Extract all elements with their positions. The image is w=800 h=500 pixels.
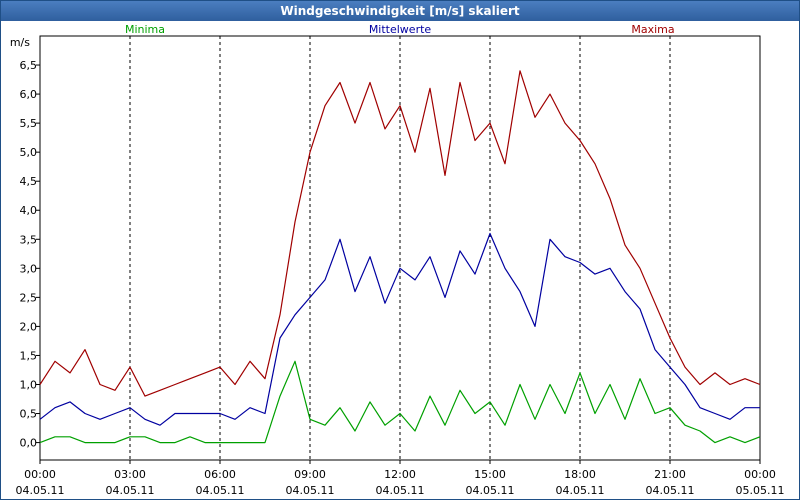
x-tick-date: 04.05.11 (196, 484, 245, 497)
y-tick-label: 3,5 (20, 233, 38, 246)
y-axis: 0,0 0,5 1,0 1,5 2,0 2,5 3,0 3,5 4,0 4,5 5,0 5,5 6,0 6… (20, 59, 40, 450)
y-tick-label: 6,0 (20, 88, 38, 101)
x-tick-date: 04.05.11 (106, 484, 155, 497)
y-tick-label: 5,0 (20, 146, 38, 159)
y-tick-label: 2,5 (20, 291, 38, 304)
y-tick-label: 1,5 (20, 349, 38, 362)
x-tick-time: 12:00 (384, 468, 416, 481)
y-tick-label: 3,0 (20, 262, 38, 275)
x-tick-time: 18:00 (564, 468, 596, 481)
x-tick-time: 00:00 (744, 468, 776, 481)
x-tick-date: 04.05.11 (286, 484, 335, 497)
x-tick-date: 04.05.11 (466, 484, 515, 497)
x-tick-time: 21:00 (654, 468, 686, 481)
line-chart: 0,0 0,5 1,0 1,5 2,0 2,5 3,0 3,5 4,0 4,5 5,0 5,5 6,0 6… (10, 23, 785, 497)
x-tick-time: 15:00 (474, 468, 506, 481)
legend-mittelwerte: Mittelwerte (369, 23, 432, 36)
x-axis: 00:00 04.05.11 03:00 04.05.11 06:00 04.05.11 0… (16, 460, 785, 497)
x-tick-time: 03:00 (114, 468, 146, 481)
x-tick-time: 09:00 (294, 468, 326, 481)
y-tick-label: 2,0 (20, 320, 38, 333)
y-tick-label: 0,0 (20, 437, 38, 450)
x-tick-time: 06:00 (204, 468, 236, 481)
y-tick-label: 4,0 (20, 204, 38, 217)
y-axis-label: m/s (10, 36, 30, 49)
y-tick-label: 1,0 (20, 378, 38, 391)
x-tick-date: 04.05.11 (16, 484, 65, 497)
y-tick-label: 5,5 (20, 117, 38, 130)
x-tick-date: 04.05.11 (556, 484, 605, 497)
y-tick-label: 6,5 (20, 59, 38, 72)
x-tick-time: 00:00 (24, 468, 56, 481)
y-tick-label: 4,5 (20, 175, 38, 188)
x-tick-date: 05.05.11 (736, 484, 785, 497)
legend-maxima: Maxima (631, 23, 674, 36)
y-tick-label: 0,5 (20, 408, 38, 421)
legend-minima: Minima (125, 23, 165, 36)
x-tick-date: 04.05.11 (376, 484, 425, 497)
x-tick-date: 04.05.11 (646, 484, 695, 497)
